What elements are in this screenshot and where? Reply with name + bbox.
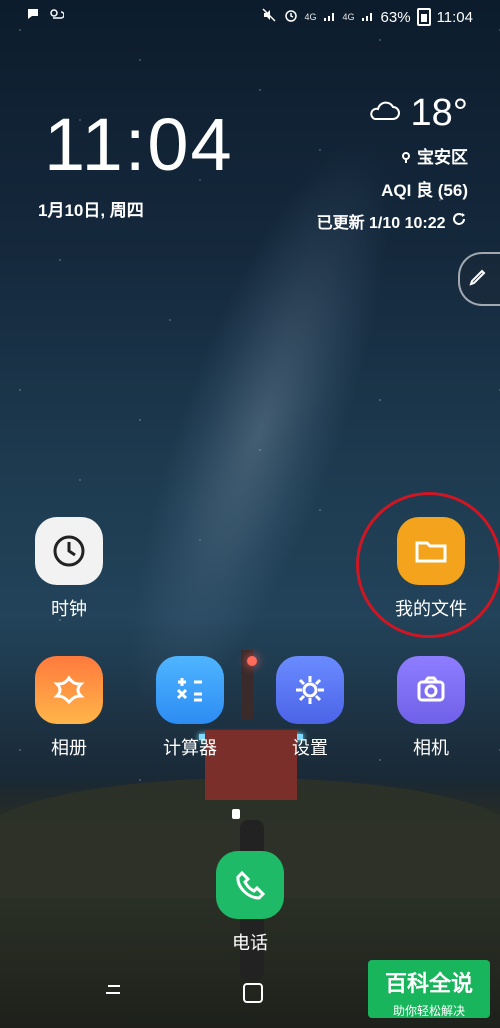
watermark-title: 百科全说 bbox=[384, 971, 473, 996]
network-label-2: 4G bbox=[342, 12, 355, 22]
signal-icon-2 bbox=[361, 9, 375, 26]
weather-status-icon bbox=[48, 7, 65, 25]
app-label-phone: 电话 bbox=[232, 933, 268, 953]
message-icon bbox=[26, 7, 40, 25]
location-pin-icon bbox=[400, 148, 417, 167]
app-gallery[interactable]: 相册 bbox=[14, 656, 124, 760]
edge-panel-handle[interactable] bbox=[458, 252, 500, 306]
battery-icon bbox=[416, 8, 431, 26]
app-phone[interactable]: 电话 bbox=[195, 851, 305, 955]
weather-widget[interactable]: 18° 宝安区 AQI 良 (56) 已更新 1/10 10:22 bbox=[317, 92, 468, 233]
app-clock[interactable]: 时钟 bbox=[14, 517, 124, 621]
updated-text: 已更新 1/10 10:22 bbox=[316, 215, 446, 232]
app-label-gallery: 相册 bbox=[51, 738, 87, 758]
mute-icon bbox=[261, 7, 277, 27]
camera-icon bbox=[397, 656, 465, 724]
home-indicator-dot bbox=[232, 809, 240, 819]
app-label-my-files: 我的文件 bbox=[395, 599, 467, 619]
cloud-icon bbox=[367, 99, 401, 128]
folder-icon bbox=[397, 517, 465, 585]
status-left bbox=[26, 7, 65, 25]
app-my-files[interactable]: 我的文件 bbox=[376, 517, 486, 621]
app-settings[interactable]: 设置 bbox=[255, 656, 365, 760]
alarm-icon bbox=[283, 7, 299, 27]
signal-icon-1 bbox=[323, 9, 337, 26]
clock-app-icon bbox=[35, 517, 103, 585]
status-time: 11:04 bbox=[436, 8, 473, 26]
lockscreen-date: 1月10日, 周四 bbox=[38, 201, 144, 220]
app-label-settings: 设置 bbox=[292, 738, 328, 758]
app-label-camera: 相机 bbox=[413, 738, 449, 758]
weather-location: 宝安区 bbox=[317, 143, 468, 168]
location-text: 宝安区 bbox=[417, 148, 468, 167]
calculator-icon bbox=[156, 656, 224, 724]
refresh-icon[interactable] bbox=[450, 213, 468, 232]
battery-percent: 63% bbox=[380, 8, 411, 26]
status-right: 4G 4G 63% 11:04 bbox=[261, 7, 473, 27]
weather-temp-row: 18° bbox=[317, 92, 468, 135]
network-label-1: 4G bbox=[304, 12, 317, 22]
watermark-subtitle: 助你轻松解决 bbox=[392, 1004, 465, 1018]
home-button[interactable] bbox=[240, 980, 266, 1011]
watermark-logo: 百科全说 助你轻松解决 bbox=[368, 960, 490, 1018]
gallery-icon bbox=[35, 656, 103, 724]
updated-row: 已更新 1/10 10:22 bbox=[317, 209, 468, 233]
app-calculator[interactable]: 计算器 bbox=[135, 656, 245, 760]
lockscreen-clock: 11:04 bbox=[44, 103, 234, 186]
app-label-clock: 时钟 bbox=[51, 599, 87, 619]
aqi-text: AQI 良 (56) bbox=[381, 181, 468, 200]
phone-icon bbox=[216, 851, 284, 919]
app-label-calculator: 计算器 bbox=[163, 738, 217, 758]
recent-apps-button[interactable] bbox=[100, 980, 126, 1011]
pen-icon bbox=[468, 264, 488, 288]
app-camera[interactable]: 相机 bbox=[376, 656, 486, 760]
status-bar: 4G 4G 63% 11:04 bbox=[0, 0, 500, 32]
gear-icon bbox=[276, 656, 344, 724]
temperature: 18° bbox=[410, 92, 468, 134]
